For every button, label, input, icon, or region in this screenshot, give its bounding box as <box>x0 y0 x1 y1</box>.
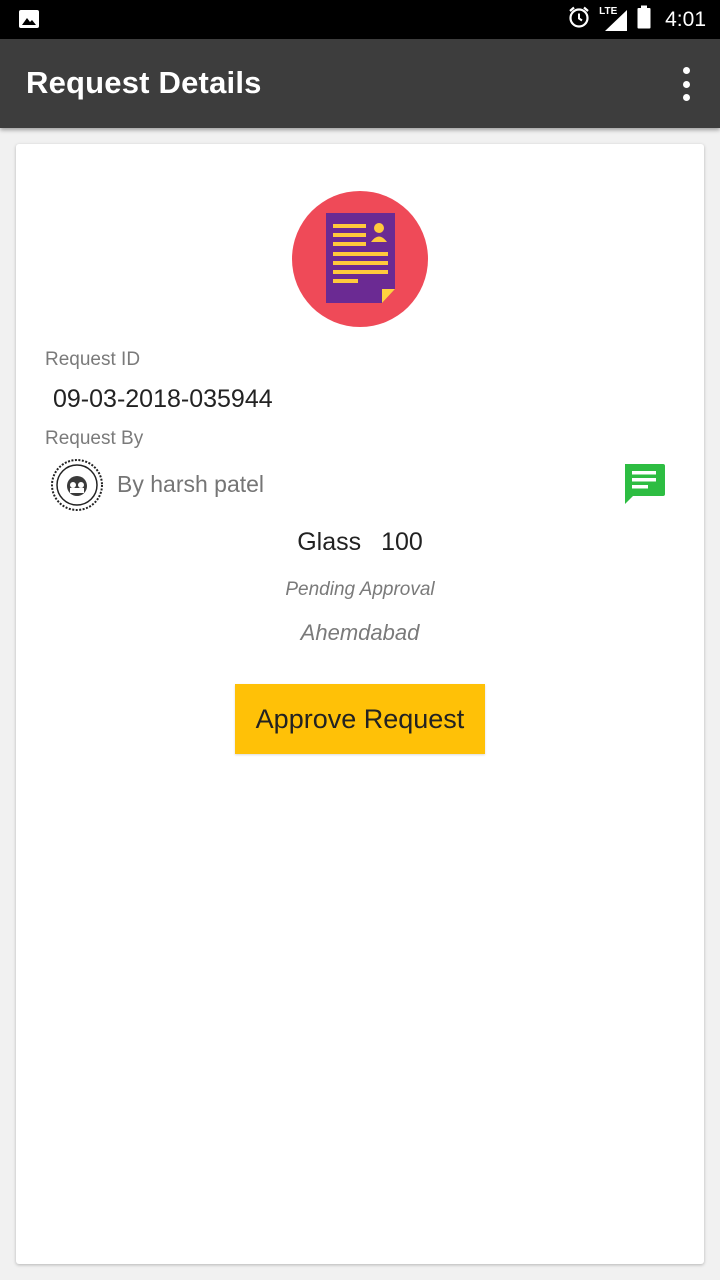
item-summary: Glass 100 <box>16 528 704 557</box>
request-by-label: Request By <box>45 428 144 449</box>
location-text: Ahemdabad <box>300 620 420 645</box>
clock-time: 4:01 <box>665 7 706 31</box>
battery-icon <box>637 5 651 34</box>
message-icon[interactable] <box>622 462 666 506</box>
request-id-value: 09-03-2018-035944 <box>53 385 273 413</box>
avatar <box>51 459 103 511</box>
request-id-label: Request ID <box>45 349 141 370</box>
status-text: Pending Approval <box>285 579 435 600</box>
request-details-card: Request ID 09-03-2018-035944 Request By … <box>16 144 704 1264</box>
signal-icon: LTE <box>599 6 629 33</box>
page-title: Request Details <box>26 65 262 100</box>
app-toolbar: Request Details <box>0 39 720 128</box>
alarm-icon <box>567 5 591 34</box>
requester-name: By harsh patel <box>117 471 265 497</box>
more-vert-icon[interactable] <box>674 67 698 101</box>
approve-request-button[interactable]: Approve Request <box>235 684 485 754</box>
item-quantity: 100 <box>381 528 423 556</box>
image-icon <box>18 9 40 34</box>
document-avatar-icon <box>292 191 428 327</box>
item-name: Glass <box>297 528 362 556</box>
status-bar: LTE 4:01 <box>0 0 720 39</box>
